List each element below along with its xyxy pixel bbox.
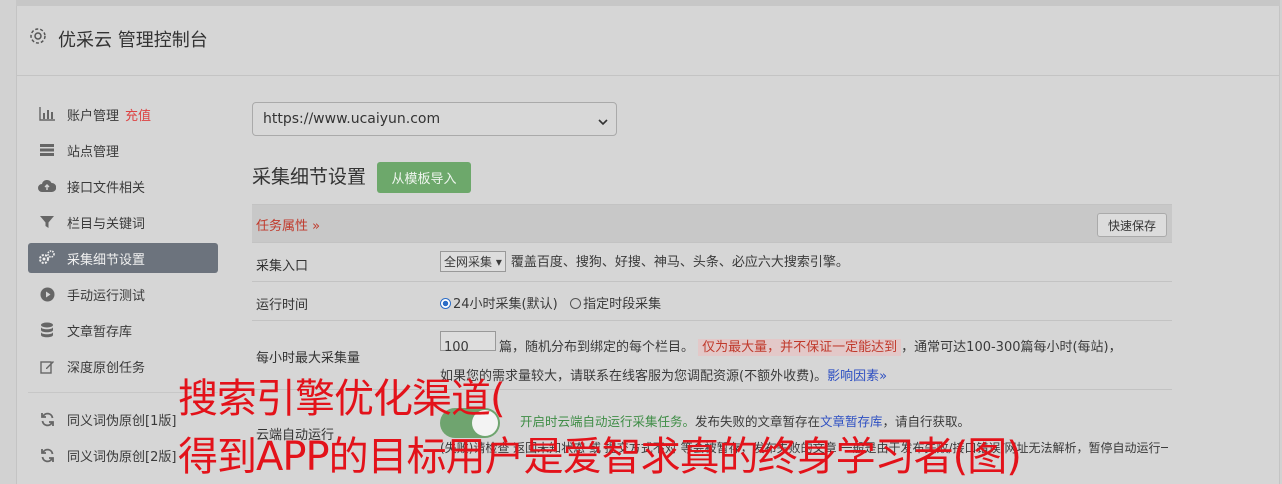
entry-desc: 覆盖百度、搜狗、好搜、神马、头条、必应六大搜索引擎。 [510, 255, 849, 270]
sidebar-item-collect-settings[interactable]: 采集细节设置 [28, 243, 218, 273]
row-label: 每小时最大采集量 [256, 351, 361, 366]
task-props-header: 任务属性 » 快速保存 [252, 204, 1172, 242]
row-label: 运行时间 [256, 298, 309, 313]
section-title: 采集细节设置 [252, 166, 367, 188]
sidebar-item-label: 文章暂存库 [67, 324, 133, 340]
database-icon [38, 321, 56, 339]
sidebar-item-label: 同义词伪原创[1版] [67, 413, 177, 429]
cloud-upload-icon [38, 177, 56, 195]
row-value: 24小时采集(默认) 指定时段采集 [440, 293, 661, 312]
server-icon [38, 141, 56, 159]
recharge-link[interactable]: 充值 [125, 105, 151, 124]
overlay-title-line1: 搜索引擎优化渠道( [178, 376, 506, 422]
sidebar-item-label: 深度原创任务 [67, 360, 146, 376]
site-select-value: https://www.ucaiyun.com [263, 111, 441, 127]
sidebar-item-interface-files[interactable]: 接口文件相关 [28, 168, 218, 204]
factors-link[interactable]: 影响因素» [827, 369, 887, 384]
sidebar-item-account[interactable]: 账户管理 充值 [28, 96, 218, 132]
sidebar-item-columns-keywords[interactable]: 栏目与关键词 [28, 204, 218, 240]
radio-timed[interactable] [570, 298, 582, 309]
sidebar-item-sites[interactable]: 站点管理 [28, 132, 218, 168]
sidebar-item-label: 同义词伪原创[2版] [67, 449, 177, 465]
max-quantity-input[interactable]: 100 [440, 331, 496, 355]
filter-icon [38, 213, 56, 231]
import-template-button[interactable]: 从模板导入 [377, 162, 471, 193]
quick-save-button[interactable]: 快速保存 [1097, 213, 1167, 237]
sidebar-item-manual-test[interactable]: 手动运行测试 [28, 276, 218, 312]
overlay-title-line2: 得到APP的目标用户是爱智求真的终身学习者(图) [178, 434, 1022, 480]
row-runtime: 运行时间 24小时采集(默认) 指定时段采集 [252, 281, 1172, 320]
sidebar-item-label: 栏目与关键词 [67, 216, 146, 232]
gears-icon [38, 249, 56, 267]
sidebar-item-label: 站点管理 [67, 144, 120, 160]
play-icon [38, 285, 56, 303]
radio-24h[interactable] [440, 298, 451, 309]
refresh-icon [38, 446, 56, 464]
sidebar-item-label: 账户管理 [67, 108, 120, 124]
sidebar-item-label: 手动运行测试 [67, 288, 146, 304]
chevron-down-icon [598, 114, 608, 130]
sidebar-item-label: 采集细节设置 [67, 252, 146, 268]
refresh-icon [38, 410, 56, 428]
row-value: 100 篇，随机分布到绑定的每个栏目。 仅为最大量，并不保证一定能达到 ，通常可达1… [440, 331, 1170, 391]
row-value: 全网采集 ▾ 覆盖百度、搜狗、好搜、神马、头条、必应六大搜索引擎。 [440, 251, 849, 272]
bar-chart-icon [38, 105, 56, 123]
task-props-toggle[interactable]: 任务属性 » [256, 215, 320, 234]
warning-label: 仅为最大量，并不保证一定能达到 [698, 339, 902, 356]
sidebar-item-article-store[interactable]: 文章暂存库 [28, 312, 218, 348]
gear-icon [30, 28, 46, 44]
row-entry: 采集入口 全网采集 ▾ 覆盖百度、搜狗、好搜、神马、头条、必应六大搜索引擎。 [252, 242, 1172, 281]
sidebar-item-label: 接口文件相关 [67, 180, 146, 196]
entry-select[interactable]: 全网采集 ▾ [440, 251, 506, 272]
page-header: 优采云 管理控制台 [16, 6, 1280, 76]
edit-icon [38, 357, 56, 375]
page-title: 优采云 管理控制台 [58, 30, 208, 51]
site-select[interactable]: https://www.ucaiyun.com [252, 102, 617, 136]
row-label: 采集入口 [256, 259, 309, 274]
